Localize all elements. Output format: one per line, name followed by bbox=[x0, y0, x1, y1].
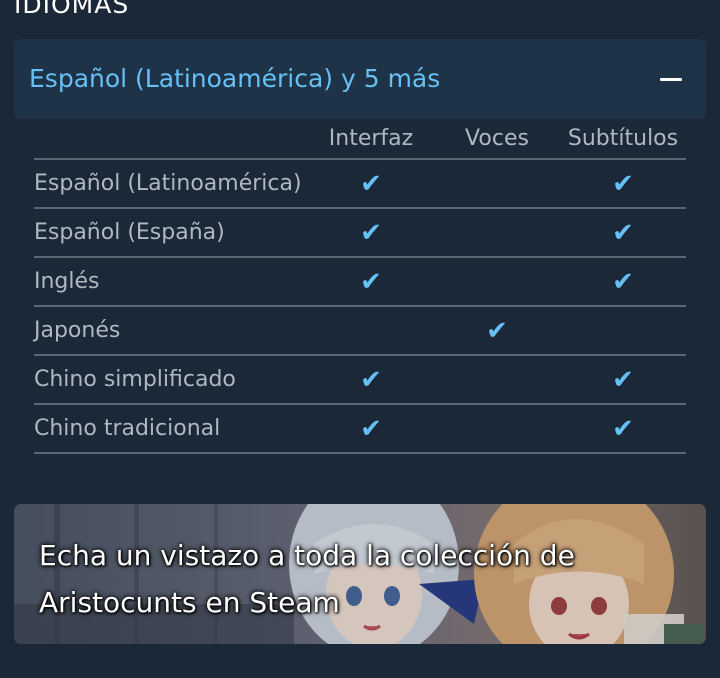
checkmark-icon: ✔ bbox=[612, 414, 634, 444]
checkmark-icon: ✔ bbox=[360, 169, 382, 199]
checkmark-icon: ✔ bbox=[612, 218, 634, 248]
language-name: Inglés bbox=[34, 269, 100, 294]
languages-table: Interfaz Voces Subtítulos Español (Latin… bbox=[34, 120, 686, 454]
language-row: Inglés ✔ ✔ bbox=[34, 258, 686, 307]
table-header-row: Interfaz Voces Subtítulos bbox=[34, 120, 686, 160]
language-row: Español (Latinoamérica) ✔ ✔ bbox=[34, 160, 686, 209]
checkmark-icon: ✔ bbox=[612, 267, 634, 297]
checkmark-icon: ✔ bbox=[360, 267, 382, 297]
languages-dropdown-header[interactable]: Español (Latinoamérica) y 5 más bbox=[14, 39, 706, 119]
language-name: Chino tradicional bbox=[34, 416, 221, 441]
language-name: Japonés bbox=[34, 318, 121, 343]
language-row: Japonés ✔ bbox=[34, 307, 686, 356]
banner-text-line-1: Echa un vistazo a toda la colección de bbox=[39, 539, 575, 572]
checkmark-icon: ✔ bbox=[612, 365, 634, 395]
checkmark-icon: ✔ bbox=[360, 365, 382, 395]
banner-text-line-2: Aristocunts en Steam bbox=[39, 586, 340, 619]
language-row: Chino simplificado ✔ ✔ bbox=[34, 356, 686, 405]
table-body: Español (Latinoamérica) ✔ ✔ Español (España… bbox=[34, 160, 686, 454]
language-name: Español (Latinoamérica) bbox=[34, 171, 302, 196]
column-header-interfaz: Interfaz bbox=[328, 126, 414, 151]
checkmark-icon: ✔ bbox=[360, 414, 382, 444]
checkmark-icon: ✔ bbox=[612, 169, 634, 199]
language-name: Español (España) bbox=[34, 220, 225, 245]
column-header-subtitulos: Subtítulos bbox=[567, 126, 679, 151]
section-title: IDIOMAS bbox=[14, 0, 130, 19]
language-row: Español (España) ✔ ✔ bbox=[34, 209, 686, 258]
languages-summary: Español (Latinoamérica) y 5 más bbox=[29, 64, 441, 93]
checkmark-icon: ✔ bbox=[486, 316, 508, 346]
column-header-voces: Voces bbox=[465, 126, 529, 151]
collection-banner[interactable]: Echa un vistazo a toda la colección de A… bbox=[14, 504, 706, 644]
checkmark-icon: ✔ bbox=[360, 218, 382, 248]
language-row: Chino tradicional ✔ ✔ bbox=[34, 405, 686, 454]
banner-text: Echa un vistazo a toda la colección de A… bbox=[39, 532, 679, 626]
minus-icon[interactable] bbox=[660, 78, 682, 81]
language-name: Chino simplificado bbox=[34, 367, 236, 392]
